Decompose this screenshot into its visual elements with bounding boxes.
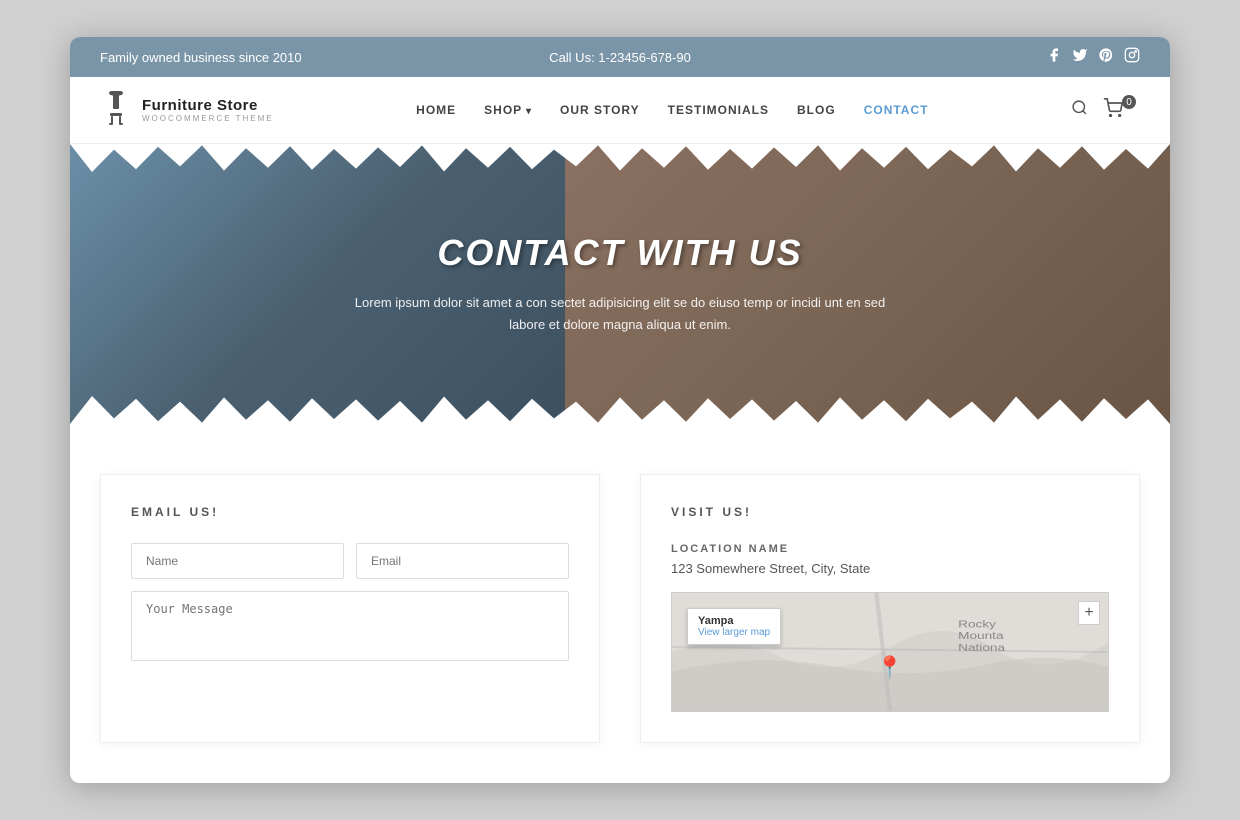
map-zoom-button[interactable]: + — [1078, 601, 1100, 625]
search-icon[interactable] — [1071, 99, 1088, 121]
nav-item-blog[interactable]: BLOG — [797, 101, 836, 119]
map-pin-icon: 📍 — [876, 655, 903, 681]
facebook-icon[interactable] — [1046, 47, 1062, 67]
email-input[interactable] — [356, 543, 569, 579]
email-section-heading: EMAIL US! — [131, 505, 569, 519]
map-inner: Rocky Mounta Nationa Yampa View larger m… — [672, 593, 1108, 711]
email-section: EMAIL US! — [100, 474, 600, 743]
svg-text:Nationa: Nationa — [958, 642, 1005, 654]
hero-content: CONTACT WITH US Lorem ipsum dolor sit am… — [340, 232, 900, 336]
hero-section: CONTACT WITH US Lorem ipsum dolor sit am… — [70, 144, 1170, 424]
pinterest-icon[interactable] — [1098, 47, 1114, 67]
logo-text: Furniture Store WOOCOMMERCE THEME — [142, 97, 274, 123]
instagram-icon[interactable] — [1124, 47, 1140, 67]
cart-icon — [1103, 98, 1123, 123]
nav-item-contact[interactable]: CONTACT — [864, 101, 929, 119]
social-icons — [1046, 47, 1140, 67]
message-textarea[interactable] — [131, 591, 569, 661]
top-bar: Family owned business since 2010 Call Us… — [70, 37, 1170, 77]
twitter-icon[interactable] — [1072, 47, 1088, 67]
nav-links: HOME SHOP OUR STORY TESTIMONIALS BLOG CO… — [416, 101, 928, 119]
map-popup: Yampa View larger map — [687, 608, 781, 645]
name-input[interactable] — [131, 543, 344, 579]
logo-title: Furniture Store — [142, 97, 274, 114]
cart-area[interactable]: 0 — [1103, 98, 1140, 123]
logo-subtitle: WOOCOMMERCE THEME — [142, 114, 274, 123]
nav-bar: Furniture Store WOOCOMMERCE THEME HOME S… — [70, 77, 1170, 144]
logo: Furniture Store WOOCOMMERCE THEME — [100, 91, 274, 129]
cart-count: 0 — [1122, 95, 1136, 109]
location-address: 123 Somewhere Street, City, State — [671, 561, 1109, 576]
top-bar-center-text: Call Us: 1-23456-678-90 — [549, 50, 691, 65]
hero-title: CONTACT WITH US — [340, 232, 900, 274]
location-label: LOCATION NAME — [671, 543, 1109, 555]
map-city-name: Yampa — [698, 615, 770, 627]
nav-item-our-story[interactable]: OUR STORY — [560, 101, 640, 119]
logo-icon — [100, 91, 132, 129]
nav-item-testimonials[interactable]: TESTIMONIALS — [668, 101, 769, 119]
hero-subtitle: Lorem ipsum dolor sit amet a con sectet … — [340, 292, 900, 336]
map-container: Rocky Mounta Nationa Yampa View larger m… — [671, 592, 1109, 712]
form-name-email-row — [131, 543, 569, 579]
top-bar-left-text: Family owned business since 2010 — [100, 50, 302, 65]
visit-section-heading: VISIT US! — [671, 505, 1109, 519]
nav-item-home[interactable]: HOME — [416, 101, 456, 119]
nav-item-shop[interactable]: SHOP — [484, 101, 532, 119]
nav-right: 0 — [1071, 98, 1140, 123]
svg-text:Rocky: Rocky — [958, 618, 996, 630]
content-area: EMAIL US! VISIT US! LOCATION NAME 123 So… — [70, 424, 1170, 783]
visit-section: VISIT US! LOCATION NAME 123 Somewhere St… — [640, 474, 1140, 743]
svg-text:Mounta: Mounta — [958, 630, 1004, 642]
map-link[interactable]: View larger map — [698, 627, 770, 638]
